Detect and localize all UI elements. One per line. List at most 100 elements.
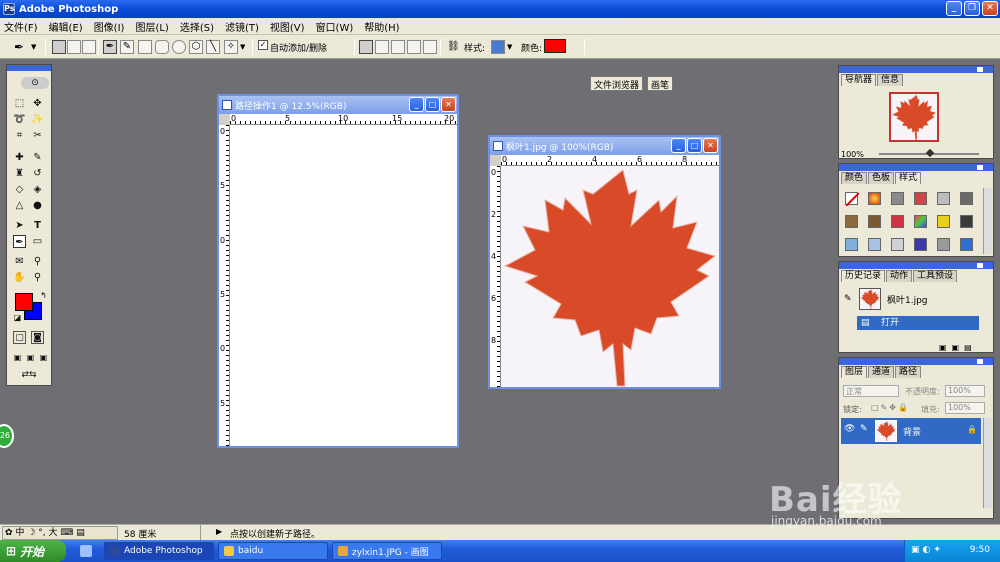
shape-color-swatch[interactable] <box>544 39 566 53</box>
custom-shape-icon[interactable]: ✧ <box>224 40 238 54</box>
doc-close-button[interactable]: ✕ <box>441 97 456 112</box>
adobe-online-icon[interactable]: ⊙ <box>21 77 49 89</box>
tab-info[interactable]: 信息 <box>877 74 904 86</box>
screen-mode-full-icon[interactable]: ▣ <box>37 351 50 364</box>
menu-window[interactable]: 窗口(W) <box>316 19 354 34</box>
magic-wand-icon[interactable]: ✨ <box>31 113 44 126</box>
history-brush-icon[interactable]: ↺ <box>31 167 44 180</box>
style-swatch[interactable] <box>914 192 927 205</box>
move-icon[interactable]: ✥ <box>31 97 44 110</box>
opacity-field[interactable]: 100% <box>945 385 985 397</box>
path-area-add-button[interactable] <box>359 40 373 54</box>
tab-tool-presets[interactable]: 工具预设 <box>913 270 958 282</box>
crop-icon[interactable]: ⌗ <box>13 129 26 142</box>
pen-tool-preset-icon[interactable]: ✒ <box>14 40 28 54</box>
pen-tool-icon[interactable]: ✒ <box>13 235 26 248</box>
ime-toolbar[interactable]: ✿ 中 ☽ °, 大 ⌨ ▤ <box>2 526 118 540</box>
menu-view[interactable]: 视图(V) <box>270 19 305 34</box>
path-area-subtract-button[interactable] <box>375 40 389 54</box>
zoom-icon[interactable]: ⚲ <box>31 271 44 284</box>
standard-mode-icon[interactable]: ▢ <box>13 331 26 344</box>
styles-scrollbar[interactable] <box>983 188 992 254</box>
taskbar-item-photoshop[interactable]: Adobe Photoshop <box>104 542 214 560</box>
navigator-thumbnail[interactable] <box>889 92 939 142</box>
history-snapshot-row[interactable]: ✎ 枫叶1.jpg <box>841 286 981 314</box>
swap-colors-icon[interactable]: ↰ <box>37 289 50 302</box>
eyedropper-icon[interactable]: ⚲ <box>31 255 44 268</box>
blur-icon[interactable]: △ <box>13 199 26 212</box>
auto-add-delete-checkbox[interactable]: ✓ <box>258 40 268 50</box>
ime-mode[interactable]: 大 <box>49 528 58 538</box>
show-desktop-icon[interactable] <box>80 545 92 557</box>
line-tool-icon[interactable]: ╲ <box>206 40 220 54</box>
brush-source-icon[interactable]: ✎ <box>844 294 854 304</box>
canvas-blank[interactable] <box>230 125 457 446</box>
doc-maximize-button[interactable]: □ <box>687 138 702 153</box>
style-swatch[interactable] <box>845 238 858 251</box>
brushes-tab[interactable]: 画笔 <box>647 76 674 91</box>
shape-layers-button[interactable] <box>52 40 66 54</box>
tab-swatches[interactable]: 色板 <box>868 172 895 184</box>
healing-brush-icon[interactable]: ✚ <box>13 151 26 164</box>
fill-field[interactable]: 100% <box>945 402 985 414</box>
tab-styles[interactable]: 样式 <box>895 172 922 184</box>
tab-history[interactable]: 历史记录 <box>841 270 886 282</box>
path-area-intersect-button[interactable] <box>391 40 405 54</box>
fill-pixels-button[interactable] <box>82 40 96 54</box>
style-picker-button[interactable] <box>491 40 505 54</box>
doc-minimize-button[interactable]: _ <box>671 138 686 153</box>
blend-mode-select[interactable]: 正常 <box>843 385 899 397</box>
style-swatch[interactable] <box>960 215 973 228</box>
style-swatch[interactable] <box>960 192 973 205</box>
tab-navigator[interactable]: 导航器 <box>841 74 877 86</box>
style-swatch[interactable] <box>891 192 904 205</box>
style-swatch[interactable] <box>937 238 950 251</box>
default-colors-icon[interactable]: ◪ <box>11 311 24 324</box>
menu-layer[interactable]: 图层(L) <box>135 19 168 34</box>
rounded-rectangle-tool-button[interactable] <box>155 40 169 54</box>
hand-icon[interactable]: ✋ <box>13 271 26 284</box>
paint-bucket-icon[interactable]: ◈ <box>31 183 44 196</box>
marquee-icon[interactable]: ⬚ <box>13 97 26 110</box>
close-button[interactable]: ✕ <box>982 1 998 16</box>
path-selection-icon[interactable]: ➤ <box>13 219 26 232</box>
canvas-maple-leaf[interactable] <box>501 166 719 387</box>
restore-button[interactable]: ❐ <box>964 1 980 16</box>
pen-icon[interactable]: ✒ <box>103 40 117 54</box>
navigator-zoom[interactable]: 100% <box>841 150 864 159</box>
path-combine-button[interactable] <box>423 40 437 54</box>
style-swatch[interactable] <box>914 215 927 228</box>
style-swatch[interactable] <box>937 192 950 205</box>
zoom-slider-handle[interactable] <box>925 148 935 158</box>
layers-scrollbar[interactable] <box>983 418 992 508</box>
chevron-down-icon[interactable]: ▼ <box>240 40 248 54</box>
path-area-exclude-button[interactable] <box>407 40 421 54</box>
type-icon[interactable]: T <box>31 219 44 232</box>
eraser-icon[interactable]: ◇ <box>13 183 26 196</box>
lasso-icon[interactable]: ➰ <box>13 113 26 126</box>
link-icon[interactable]: ⛓ <box>447 40 460 54</box>
status-arrow-icon[interactable]: ▶ <box>216 527 222 536</box>
jump-to-imageready-icon[interactable]: ⇄⇆ <box>13 369 45 382</box>
eye-icon[interactable]: 👁 <box>844 424 855 434</box>
style-swatch[interactable] <box>845 215 858 228</box>
lock-buttons[interactable]: □✎✥🔒 <box>871 403 910 412</box>
doc-close-button[interactable]: ✕ <box>703 138 718 153</box>
menu-help[interactable]: 帮助(H) <box>364 19 399 34</box>
shape-icon[interactable]: ▭ <box>31 235 44 248</box>
style-swatch[interactable] <box>891 238 904 251</box>
rectangle-tool-button[interactable] <box>138 40 152 54</box>
tray-icons[interactable]: ▣◐✦ <box>911 545 944 555</box>
tab-paths[interactable]: 路径 <box>895 366 922 378</box>
polygon-tool-icon[interactable]: ⬡ <box>189 40 203 54</box>
foreground-color[interactable] <box>15 293 33 311</box>
brush-icon[interactable]: ✎ <box>31 151 44 164</box>
chevron-down-icon[interactable]: ▼ <box>31 40 39 54</box>
style-swatch[interactable] <box>891 215 904 228</box>
style-swatch[interactable] <box>868 192 881 205</box>
tab-actions[interactable]: 动作 <box>886 270 913 282</box>
ime-language[interactable]: 中 <box>15 528 24 538</box>
file-browser-tab[interactable]: 文件浏览器 <box>590 76 644 91</box>
layer-row-background[interactable]: 👁 ✎ 背景 🔒 <box>841 418 981 444</box>
style-swatch[interactable] <box>960 238 973 251</box>
